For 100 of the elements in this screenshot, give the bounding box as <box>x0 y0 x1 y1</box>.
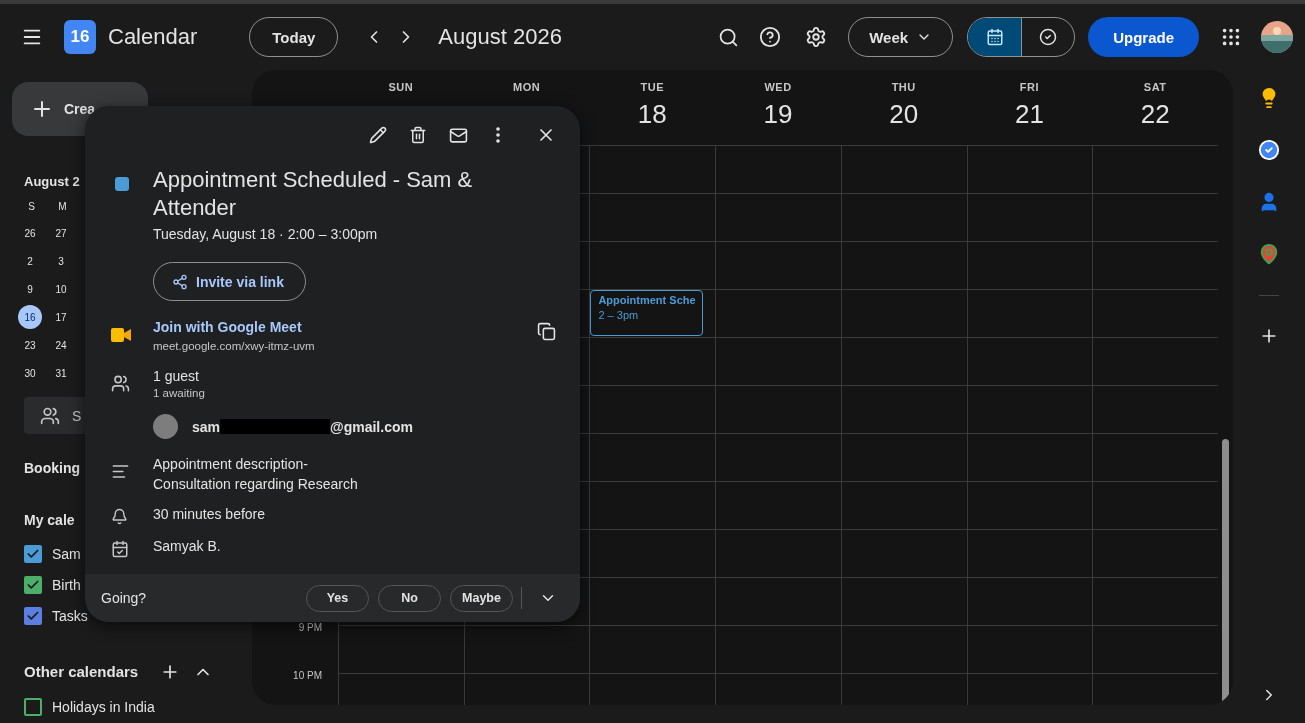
mini-calendar-day[interactable]: 9 <box>18 277 42 302</box>
time-slot[interactable] <box>1092 625 1218 673</box>
time-slot[interactable] <box>589 481 716 529</box>
mail-icon <box>448 125 468 145</box>
time-slot[interactable] <box>1092 241 1218 289</box>
calendar-checkbox[interactable] <box>24 545 42 563</box>
time-slot[interactable] <box>589 577 716 625</box>
description-icon <box>111 462 130 481</box>
time-slot[interactable] <box>840 433 967 481</box>
mini-calendar-day[interactable]: 26 <box>18 221 42 246</box>
time-slot[interactable] <box>715 481 841 529</box>
time-slot[interactable] <box>715 433 841 481</box>
mini-calendar-day[interactable]: 17 <box>49 305 73 330</box>
calendar-name: Holidays in India <box>52 699 155 716</box>
time-slot[interactable] <box>715 625 841 673</box>
time-slot[interactable] <box>840 289 967 337</box>
time-slot[interactable] <box>966 385 1093 433</box>
time-slot[interactable] <box>966 577 1093 625</box>
time-slot[interactable] <box>715 193 841 241</box>
time-slot[interactable] <box>966 145 1093 193</box>
time-slot[interactable] <box>715 577 841 625</box>
weekday-label: M <box>57 201 68 215</box>
mini-calendar-title: August 2 <box>24 174 80 190</box>
date-number[interactable]: 18 <box>637 99 667 130</box>
date-number[interactable]: 19 <box>763 99 793 130</box>
mini-calendar-day[interactable]: 30 <box>18 361 42 386</box>
calendar-checkbox[interactable] <box>24 698 42 717</box>
time-slot[interactable] <box>715 385 841 433</box>
time-slot[interactable] <box>966 433 1093 481</box>
calendar-checkbox[interactable] <box>24 576 42 595</box>
time-slot[interactable] <box>589 625 716 673</box>
mini-calendar-day[interactable]: 24 <box>49 333 73 358</box>
time-slot[interactable] <box>840 337 967 385</box>
time-slot[interactable] <box>589 385 716 433</box>
time-slot[interactable] <box>589 241 716 289</box>
time-slot[interactable] <box>1092 145 1218 193</box>
mini-calendar-day[interactable]: 10 <box>49 277 73 302</box>
guest-email: @gmail.com <box>330 418 413 435</box>
time-slot[interactable] <box>966 337 1093 385</box>
my-calendars-heading: My cale <box>24 512 75 529</box>
calendar-icon <box>985 28 1004 46</box>
time-slot[interactable] <box>840 385 967 433</box>
time-slot[interactable] <box>966 193 1093 241</box>
weekday-label: SUN <box>388 81 414 93</box>
time-slot[interactable] <box>840 145 967 193</box>
date-number[interactable]: 22 <box>1140 99 1170 130</box>
booking-pages-heading: Booking <box>24 460 80 477</box>
time-slot[interactable] <box>966 529 1093 577</box>
mini-calendar-day[interactable]: 3 <box>49 249 73 274</box>
copy-icon <box>536 321 556 341</box>
view-toggle-button[interactable] <box>968 18 1022 56</box>
search-icon <box>717 26 739 48</box>
map-pin-icon[interactable] <box>1258 243 1280 265</box>
time-slot[interactable] <box>840 577 967 625</box>
organizer-name: Samyak B. <box>153 538 221 554</box>
time-slot[interactable] <box>840 529 967 577</box>
time-slot[interactable] <box>1092 193 1218 241</box>
mini-calendar-day[interactable]: 27 <box>49 221 73 246</box>
time-slot[interactable] <box>966 289 1093 337</box>
time-slot[interactable] <box>589 433 716 481</box>
time-slot[interactable] <box>1092 289 1218 337</box>
time-slot[interactable] <box>840 625 967 673</box>
weekday-label: FRI <box>1019 81 1040 93</box>
time-slot[interactable] <box>715 529 841 577</box>
time-slot[interactable] <box>589 337 716 385</box>
mini-calendar-day[interactable]: 31 <box>49 361 73 386</box>
time-slot[interactable] <box>966 241 1093 289</box>
people-icon <box>111 374 130 393</box>
time-slot[interactable] <box>589 529 716 577</box>
join-meet-link[interactable]: Join with Google Meet <box>153 319 534 335</box>
account-avatar[interactable] <box>1261 21 1293 53</box>
mini-calendar-day[interactable]: 16 <box>18 305 42 330</box>
time-slot[interactable] <box>715 145 841 193</box>
time-slot[interactable] <box>840 481 967 529</box>
help-button[interactable] <box>758 25 783 49</box>
bell-icon <box>111 508 128 525</box>
date-number[interactable]: 21 <box>1014 99 1044 130</box>
calendar-checkbox[interactable] <box>24 607 42 626</box>
time-slot[interactable] <box>1092 481 1218 529</box>
mini-calendar-day[interactable]: 23 <box>18 333 42 358</box>
time-slot[interactable] <box>840 241 967 289</box>
check-circle-icon[interactable] <box>1258 139 1280 161</box>
date-number[interactable]: 20 <box>889 99 919 130</box>
time-slot[interactable] <box>589 193 716 241</box>
time-slot[interactable] <box>1092 337 1218 385</box>
time-slot[interactable] <box>463 625 590 673</box>
apps-grid-icon <box>1220 26 1242 48</box>
time-slot[interactable] <box>1092 385 1218 433</box>
time-slot[interactable] <box>715 289 841 337</box>
time-slot[interactable] <box>715 337 841 385</box>
mini-calendar-day[interactable]: 2 <box>18 249 42 274</box>
time-slot[interactable] <box>589 145 716 193</box>
time-slot[interactable] <box>338 625 464 673</box>
time-slot[interactable] <box>840 193 967 241</box>
time-slot[interactable] <box>715 241 841 289</box>
upgrade-button[interactable]: Upgrade <box>1088 17 1199 57</box>
time-slot[interactable] <box>966 625 1093 673</box>
time-slot[interactable] <box>966 481 1093 529</box>
weekday-label: SAT <box>1143 81 1167 93</box>
time-slot[interactable] <box>1092 433 1218 481</box>
